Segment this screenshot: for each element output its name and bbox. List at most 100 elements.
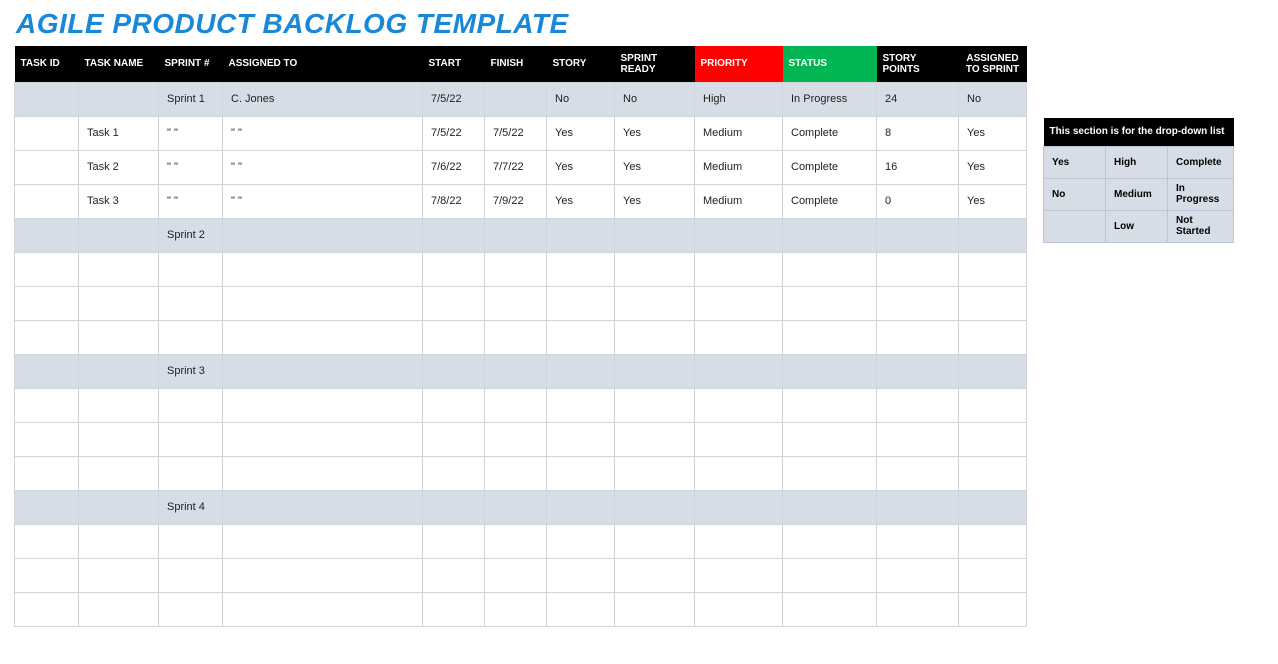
cell-assigned[interactable] xyxy=(223,558,423,592)
cell-task_id[interactable] xyxy=(15,490,79,524)
cell-to_sprint[interactable]: Yes xyxy=(959,116,1027,150)
cell-task_id[interactable] xyxy=(15,82,79,116)
cell-story[interactable] xyxy=(547,252,615,286)
cell-task_name[interactable] xyxy=(79,456,159,490)
cell-story[interactable] xyxy=(547,456,615,490)
cell-sprint_ready[interactable] xyxy=(615,592,695,626)
cell-sprint_ready[interactable] xyxy=(615,558,695,592)
cell-assigned[interactable]: " " xyxy=(223,150,423,184)
cell-points[interactable] xyxy=(877,286,959,320)
cell-status[interactable] xyxy=(783,558,877,592)
cell-to_sprint[interactable]: No xyxy=(959,82,1027,116)
cell-start[interactable] xyxy=(423,592,485,626)
cell-start[interactable] xyxy=(423,490,485,524)
cell-to_sprint[interactable] xyxy=(959,558,1027,592)
cell-sprint[interactable]: Sprint 3 xyxy=(159,354,223,388)
cell-points[interactable] xyxy=(877,320,959,354)
cell-assigned[interactable] xyxy=(223,354,423,388)
cell-points[interactable]: 16 xyxy=(877,150,959,184)
cell-to_sprint[interactable] xyxy=(959,456,1027,490)
cell-sprint[interactable]: Sprint 4 xyxy=(159,490,223,524)
cell-start[interactable] xyxy=(423,354,485,388)
cell-task_name[interactable] xyxy=(79,218,159,252)
cell-finish[interactable] xyxy=(485,558,547,592)
cell-sprint[interactable]: " " xyxy=(159,116,223,150)
cell-priority[interactable] xyxy=(695,286,783,320)
cell-story[interactable]: No xyxy=(547,82,615,116)
cell-sprint[interactable]: " " xyxy=(159,150,223,184)
cell-finish[interactable] xyxy=(485,388,547,422)
cell-task_id[interactable] xyxy=(15,592,79,626)
cell-finish[interactable] xyxy=(485,592,547,626)
cell-sprint_ready[interactable]: Yes xyxy=(615,184,695,218)
cell-finish[interactable] xyxy=(485,320,547,354)
cell-task_name[interactable] xyxy=(79,388,159,422)
cell-priority[interactable] xyxy=(695,558,783,592)
cell-sprint_ready[interactable] xyxy=(615,218,695,252)
cell-finish[interactable] xyxy=(485,218,547,252)
cell-task_name[interactable] xyxy=(79,320,159,354)
cell-task_id[interactable] xyxy=(15,558,79,592)
cell-priority[interactable] xyxy=(695,218,783,252)
cell-priority[interactable] xyxy=(695,252,783,286)
cell-to_sprint[interactable] xyxy=(959,422,1027,456)
cell-story[interactable] xyxy=(547,218,615,252)
cell-priority[interactable] xyxy=(695,320,783,354)
cell-start[interactable]: 7/5/22 xyxy=(423,116,485,150)
cell-story[interactable] xyxy=(547,592,615,626)
cell-to_sprint[interactable] xyxy=(959,490,1027,524)
cell-task_id[interactable] xyxy=(15,286,79,320)
cell-start[interactable] xyxy=(423,218,485,252)
cell-assigned[interactable] xyxy=(223,456,423,490)
cell-priority[interactable] xyxy=(695,422,783,456)
cell-status[interactable] xyxy=(783,592,877,626)
cell-to_sprint[interactable]: Yes xyxy=(959,184,1027,218)
cell-task_id[interactable] xyxy=(15,116,79,150)
cell-points[interactable] xyxy=(877,354,959,388)
cell-points[interactable] xyxy=(877,524,959,558)
cell-task_id[interactable] xyxy=(15,320,79,354)
cell-finish[interactable] xyxy=(485,286,547,320)
cell-start[interactable]: 7/5/22 xyxy=(423,82,485,116)
cell-assigned[interactable]: " " xyxy=(223,184,423,218)
cell-task_name[interactable] xyxy=(79,354,159,388)
cell-status[interactable]: In Progress xyxy=(783,82,877,116)
cell-assigned[interactable] xyxy=(223,252,423,286)
cell-to_sprint[interactable] xyxy=(959,286,1027,320)
cell-sprint_ready[interactable] xyxy=(615,320,695,354)
cell-task_name[interactable] xyxy=(79,490,159,524)
cell-priority[interactable] xyxy=(695,388,783,422)
cell-start[interactable] xyxy=(423,422,485,456)
cell-start[interactable]: 7/6/22 xyxy=(423,150,485,184)
cell-status[interactable] xyxy=(783,490,877,524)
cell-status[interactable]: Complete xyxy=(783,184,877,218)
cell-task_name[interactable] xyxy=(79,558,159,592)
cell-start[interactable] xyxy=(423,524,485,558)
cell-status[interactable] xyxy=(783,422,877,456)
cell-priority[interactable]: Medium xyxy=(695,150,783,184)
cell-sprint[interactable] xyxy=(159,388,223,422)
cell-story[interactable] xyxy=(547,286,615,320)
cell-finish[interactable]: 7/5/22 xyxy=(485,116,547,150)
cell-task_name[interactable] xyxy=(79,524,159,558)
cell-story[interactable] xyxy=(547,524,615,558)
cell-points[interactable]: 8 xyxy=(877,116,959,150)
cell-status[interactable] xyxy=(783,354,877,388)
cell-priority[interactable]: High xyxy=(695,82,783,116)
cell-assigned[interactable] xyxy=(223,286,423,320)
cell-status[interactable] xyxy=(783,286,877,320)
cell-status[interactable]: Complete xyxy=(783,150,877,184)
cell-status[interactable] xyxy=(783,218,877,252)
cell-task_name[interactable] xyxy=(79,422,159,456)
cell-to_sprint[interactable] xyxy=(959,524,1027,558)
cell-finish[interactable] xyxy=(485,354,547,388)
cell-task_name[interactable]: Task 3 xyxy=(79,184,159,218)
cell-task_id[interactable] xyxy=(15,456,79,490)
cell-assigned[interactable] xyxy=(223,218,423,252)
cell-to_sprint[interactable] xyxy=(959,320,1027,354)
cell-task_id[interactable] xyxy=(15,184,79,218)
cell-task_id[interactable] xyxy=(15,524,79,558)
cell-start[interactable] xyxy=(423,286,485,320)
cell-sprint[interactable] xyxy=(159,286,223,320)
cell-task_name[interactable] xyxy=(79,286,159,320)
